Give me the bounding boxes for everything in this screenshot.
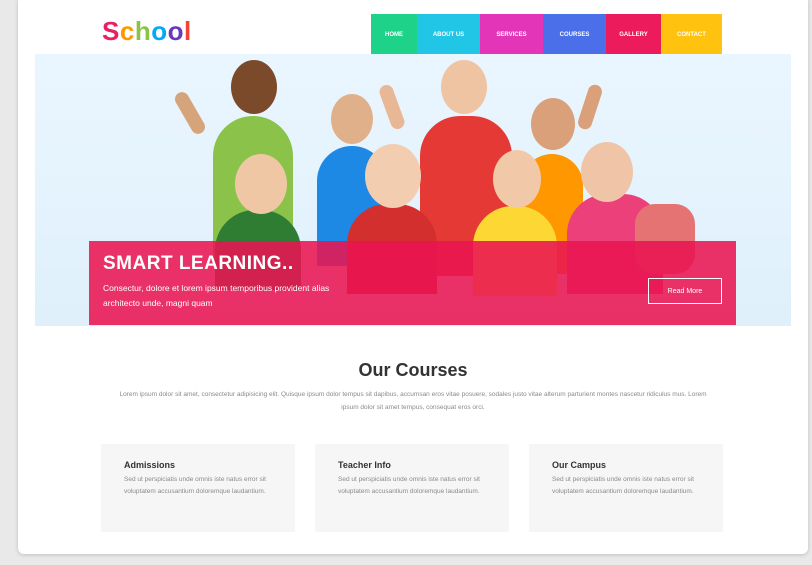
child-face <box>493 150 541 208</box>
read-more-button[interactable]: Read More <box>648 278 722 304</box>
child-face <box>531 98 575 150</box>
hero-banner: SMART LEARNING.. Consectur, dolore et lo… <box>89 241 736 325</box>
course-title: Admissions <box>124 460 176 470</box>
logo-letter: S <box>102 16 120 46</box>
child-face <box>331 94 373 144</box>
child-face <box>235 154 287 214</box>
logo-letter: l <box>183 16 192 46</box>
logo-letter: c <box>119 16 135 46</box>
logo-letter: o <box>167 16 184 46</box>
child-face <box>441 60 487 114</box>
courses-heading: Our Courses <box>358 360 468 380</box>
course-title: Teacher Info <box>338 460 391 470</box>
nav-item-services[interactable]: SERVICES <box>480 14 543 55</box>
main-nav: HOME ABOUT US SERVICES COURSES GALLERY C… <box>371 14 722 55</box>
logo-letter: h <box>134 16 152 46</box>
course-text: Sed ut perspiciatis unde omnis iste natu… <box>552 476 694 495</box>
course-card-our-campus[interactable]: Our Campus Sed ut perspiciatis unde omni… <box>529 444 723 532</box>
thumbs-up-arm <box>576 82 604 132</box>
child-face <box>231 60 277 114</box>
nav-item-courses[interactable]: COURSES <box>543 14 606 55</box>
course-card-teacher-info[interactable]: Teacher Info Sed ut perspiciatis unde om… <box>315 444 509 532</box>
thumbs-up-arm <box>172 89 208 137</box>
nav-item-gallery[interactable]: GALLERY <box>606 14 661 55</box>
courses-description: Lorem ipsum dolor sit amet, consectetur … <box>119 391 707 411</box>
course-title: Our Campus <box>552 460 607 470</box>
website-preview-card: School HOME ABOUT US SERVICES COURSES GA… <box>18 0 808 554</box>
child-face <box>365 144 421 208</box>
logo-letter: o <box>151 16 168 46</box>
course-text: Sed ut perspiciatis unde omnis iste natu… <box>338 476 480 495</box>
course-text: Sed ut perspiciatis unde omnis iste natu… <box>124 476 266 495</box>
thumbs-up-arm <box>377 82 407 132</box>
nav-item-about[interactable]: ABOUT US <box>417 14 480 55</box>
nav-item-contact[interactable]: CONTACT <box>661 14 722 55</box>
hero-title: SMART LEARNING.. <box>103 253 294 274</box>
child-face <box>581 142 633 202</box>
school-logo[interactable]: School <box>102 16 192 47</box>
course-card-admissions[interactable]: Admissions Sed ut perspiciatis unde omni… <box>101 444 295 532</box>
hero-text: Consectur, dolore et lorem ipsum tempori… <box>103 283 330 308</box>
nav-item-home[interactable]: HOME <box>371 14 417 55</box>
